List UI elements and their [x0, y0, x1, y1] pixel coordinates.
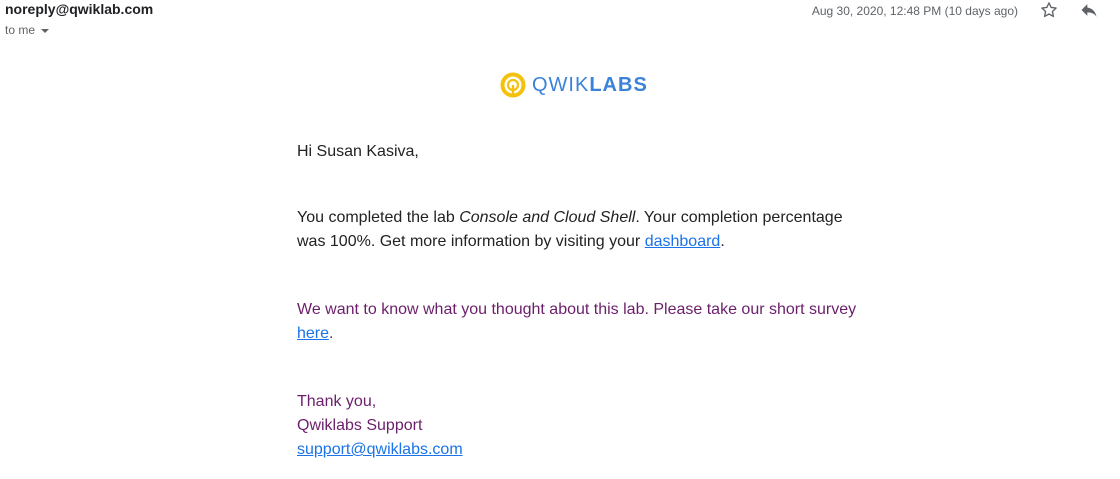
logo-text-light: QWIK [532, 74, 590, 96]
completion-text-end: . [720, 233, 725, 250]
completion-paragraph: You completed the lab Console and Cloud … [297, 206, 857, 254]
survey-paragraph: We want to know what you thought about t… [297, 298, 857, 346]
email-date: Aug 30, 2020, 12:48 PM (10 days ago) [811, 4, 1018, 18]
reply-icon [1081, 4, 1097, 17]
survey-link[interactable]: here [297, 325, 329, 342]
qwiklabs-logo-icon [500, 72, 526, 98]
survey-text-end: . [329, 325, 334, 342]
caret-down-icon [41, 28, 50, 33]
dashboard-link[interactable]: dashboard [645, 233, 721, 250]
sender-address: noreply@qwiklab.com [5, 1, 154, 17]
signature: Thank you, Qwiklabs Support support@qwik… [297, 390, 463, 462]
star-outline-icon [1041, 2, 1057, 18]
completion-text-start: You completed the lab [297, 209, 460, 226]
logo-wordmark: QWIKLABS [532, 73, 648, 97]
signature-name: Qwiklabs Support [297, 417, 423, 434]
signature-thanks: Thank you, [297, 393, 377, 410]
recipient-label: to me [5, 23, 36, 37]
recipient-details-toggle[interactable]: to me [5, 22, 50, 38]
survey-text: We want to know what you thought about t… [297, 301, 857, 318]
lab-name: Console and Cloud Shell [459, 209, 636, 226]
support-email-link[interactable]: support@qwiklabs.com [297, 438, 463, 462]
logo-text-bold: LABS [589, 74, 648, 96]
qwiklabs-logo: QWIKLABS [500, 70, 648, 100]
greeting: Hi Susan Kasiva, [297, 143, 419, 160]
email-view: noreply@qwiklab.com to me Aug 30, 2020, … [0, 0, 1120, 479]
reply-button[interactable] [1079, 0, 1099, 20]
star-button[interactable] [1039, 0, 1059, 20]
